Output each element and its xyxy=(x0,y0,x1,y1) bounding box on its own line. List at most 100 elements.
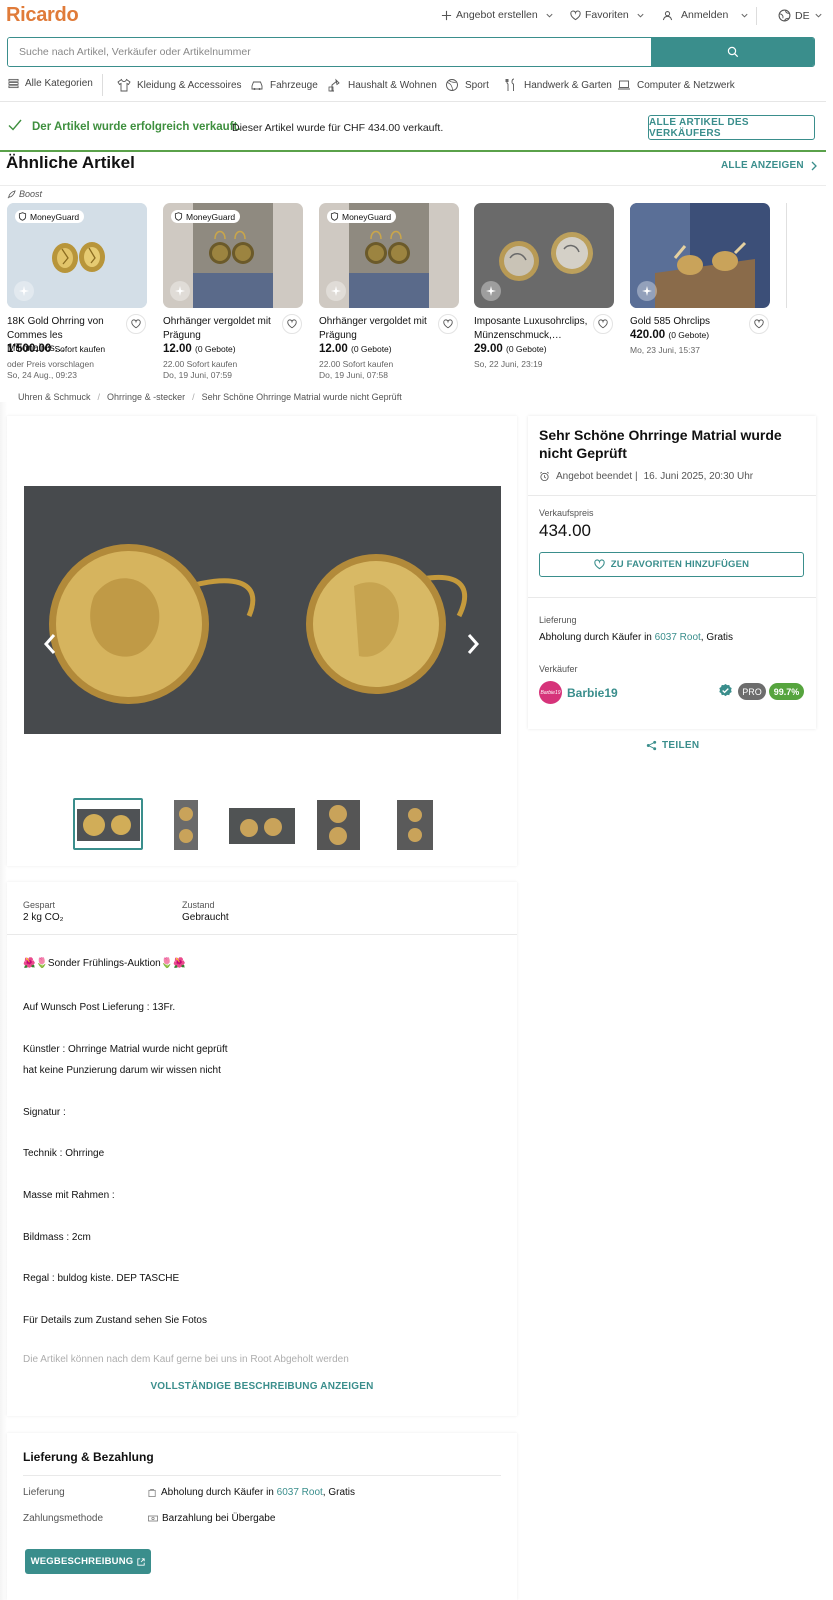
category-craft[interactable]: Handwerk & Garten xyxy=(504,78,612,92)
description-faded-line: Die Artikel können nach dem Kauf gerne b… xyxy=(23,1354,349,1365)
description-line: Signatur : xyxy=(23,1107,66,1118)
thumbnail[interactable] xyxy=(229,808,295,844)
product-card[interactable]: Gold 585 Ohrclips 420.00 (0 Gebote) Mo, … xyxy=(630,203,770,355)
heart-icon xyxy=(443,319,453,329)
breadcrumb-item[interactable]: Uhren & Schmuck xyxy=(18,392,91,402)
ended-status: Angebot beendet | 16. Juni 2025, 20:30 U… xyxy=(539,471,753,482)
chevron-down-icon xyxy=(815,13,822,18)
thumbnail[interactable] xyxy=(397,800,433,850)
thumbnail-image xyxy=(174,800,198,850)
category-label: Computer & Netzwerk xyxy=(637,79,735,91)
all-seller-items-button[interactable]: ALLE ARTIKEL DES VERKÄUFERS xyxy=(648,115,815,140)
thumbnail[interactable] xyxy=(174,800,198,850)
favorite-button[interactable] xyxy=(438,314,458,334)
chevron-down-icon xyxy=(741,13,748,18)
ricardo-logo[interactable]: Ricardo xyxy=(6,4,79,27)
favorite-button[interactable] xyxy=(593,314,613,334)
category-sport[interactable]: Sport xyxy=(445,78,489,92)
ball-icon xyxy=(446,79,458,91)
shield-icon xyxy=(174,212,183,221)
price-suffix: (0 Gebote) xyxy=(194,344,236,354)
saved-value: 2 kg CO₂ xyxy=(23,912,64,923)
product-image[interactable]: MoneyGuard xyxy=(7,203,147,308)
product-card[interactable]: Imposante Luxusohrclips, Münzenschmuck,…… xyxy=(474,203,614,369)
car-icon xyxy=(251,81,263,90)
location-link[interactable]: 6037 Root xyxy=(655,632,701,643)
search-input[interactable] xyxy=(8,38,651,66)
condition-value: Gebraucht xyxy=(182,912,229,923)
card-title[interactable]: Gold 585 Ohrclips xyxy=(630,315,745,329)
product-card[interactable]: MoneyGuard Ohrhänger vergoldet mit Prägu… xyxy=(163,203,303,380)
description-line: Für Details zum Zustand sehen Sie Fotos xyxy=(23,1315,207,1326)
pickup-icon xyxy=(148,1488,156,1497)
card-title[interactable]: Imposante Luxusohrclips, Münzenschmuck,… xyxy=(474,315,589,342)
search-button[interactable] xyxy=(651,38,814,66)
share-button[interactable]: TEILEN xyxy=(646,740,699,751)
card-title[interactable]: Ohrhänger vergoldet mit Prägung xyxy=(319,315,434,342)
thumbnail[interactable] xyxy=(317,800,360,850)
login-menu[interactable]: Anmelden xyxy=(662,9,749,21)
category-clothing[interactable]: Kleidung & Accessoires xyxy=(117,78,242,92)
divider xyxy=(23,1475,501,1476)
thumbnail[interactable] xyxy=(77,809,140,841)
description-line: Masse mit Rahmen : xyxy=(23,1190,115,1201)
delivery-label: Lieferung xyxy=(23,1487,65,1498)
category-nav: Alle Kategorien Kleidung & Accessoires F… xyxy=(0,72,826,102)
category-vehicles[interactable]: Fahrzeuge xyxy=(250,78,318,92)
sparkle-icon xyxy=(170,281,190,301)
product-image[interactable] xyxy=(474,203,614,308)
card-price: 12.00 (0 Gebote) xyxy=(319,343,392,355)
moneyguard-badge: MoneyGuard xyxy=(327,210,397,223)
chevron-right-icon xyxy=(811,161,817,170)
description-line: Künstler : Ohrringe Matrial wurde nicht … xyxy=(23,1044,228,1055)
show-all-link[interactable]: ALLE ANZEIGEN xyxy=(721,160,818,171)
price-suffix: (0 Gebote) xyxy=(505,344,547,354)
tools-icon xyxy=(505,78,515,91)
product-card[interactable]: MoneyGuard Ohrhänger vergoldet mit Prägu… xyxy=(319,203,459,380)
card-meta: Do, 19 Juni, 07:59 xyxy=(163,370,232,380)
product-image[interactable] xyxy=(630,203,770,308)
category-label: Alle Kategorien xyxy=(25,78,93,89)
category-computer[interactable]: Computer & Netzwerk xyxy=(617,78,735,92)
language-menu[interactable]: DE xyxy=(778,9,823,22)
login-label: Anmelden xyxy=(681,9,729,21)
product-image[interactable]: MoneyGuard xyxy=(319,203,459,308)
moneyguard-badge: MoneyGuard xyxy=(171,210,241,223)
category-all[interactable]: Alle Kategorien xyxy=(8,78,93,89)
category-divider xyxy=(102,74,103,96)
directions-button[interactable]: WEGBESCHREIBUNG xyxy=(25,1549,151,1574)
product-card[interactable]: MoneyGuard 18K Gold Ohrring von Commes l… xyxy=(7,203,147,380)
payment-method-text: Barzahlung bei Übergabe xyxy=(162,1513,276,1524)
thumbnail-image xyxy=(317,800,360,850)
gallery-next-arrow[interactable] xyxy=(465,633,481,655)
delivery-label: Lieferung xyxy=(539,615,577,625)
add-to-favorites-button[interactable]: ZU FAVORITEN HINZUFÜGEN xyxy=(539,552,804,577)
alarm-clock-icon xyxy=(540,471,549,482)
favorites-menu[interactable]: Favoriten xyxy=(570,9,645,21)
main-photo[interactable] xyxy=(24,486,501,734)
lamp-icon xyxy=(328,78,340,92)
card-title[interactable]: Ohrhänger vergoldet mit Prägung xyxy=(163,315,278,342)
seller-avatar[interactable]: Barbie19 xyxy=(539,681,562,704)
coin-earrings-photo xyxy=(24,486,501,734)
create-offer-menu[interactable]: Angebot erstellen xyxy=(441,9,554,21)
boost-text: Boost xyxy=(19,189,43,199)
show-full-description-button[interactable]: VOLLSTÄNDIGE BESCHREIBUNG ANZEIGEN xyxy=(0,1381,524,1392)
category-label: Sport xyxy=(465,79,489,91)
favorite-button[interactable] xyxy=(749,314,769,334)
favorite-button[interactable] xyxy=(126,314,146,334)
sparkle-icon xyxy=(14,281,34,301)
menu-icon xyxy=(8,78,19,89)
seller-name-link[interactable]: Barbie19 xyxy=(567,686,618,700)
gallery-prev-arrow[interactable] xyxy=(42,633,58,655)
description-line: Auf Wunsch Post Lieferung : 13Fr. xyxy=(23,1002,176,1013)
plus-icon xyxy=(441,10,452,20)
breadcrumb-item[interactable]: Ohrringe & -stecker xyxy=(107,392,185,402)
sparkle-icon xyxy=(637,281,657,301)
category-household[interactable]: Haushalt & Wohnen xyxy=(328,78,437,92)
product-image[interactable]: MoneyGuard xyxy=(163,203,303,308)
sold-title: Der Artikel wurde erfolgreich verkauft. xyxy=(32,121,241,133)
card-meta: 22.00 Sofort kaufen xyxy=(319,359,394,369)
location-link[interactable]: 6037 Root xyxy=(277,1487,323,1498)
favorite-button[interactable] xyxy=(282,314,302,334)
